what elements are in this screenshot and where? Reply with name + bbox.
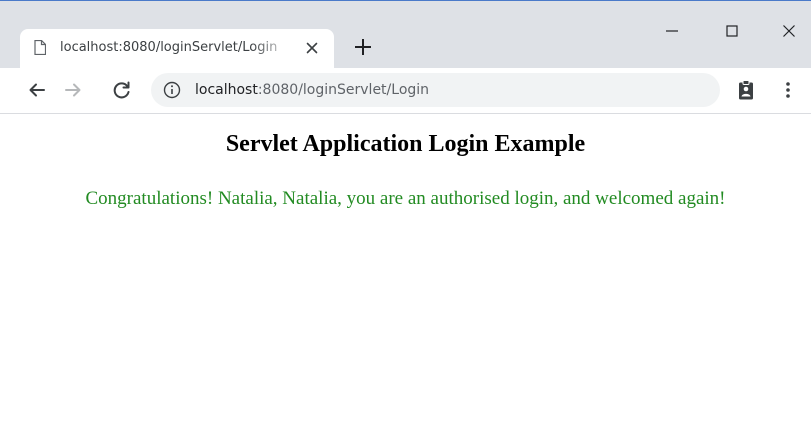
address-bar[interactable]: localhost:8080/loginServlet/Login: [151, 73, 720, 107]
browser-toolbar: localhost:8080/loginServlet/Login: [0, 68, 811, 114]
info-icon[interactable]: [163, 81, 181, 99]
page-content: Servlet Application Login Example Congra…: [0, 114, 811, 444]
close-window-icon[interactable]: [777, 19, 801, 43]
minimize-icon[interactable]: [660, 19, 684, 43]
welcome-message: Congratulations! Natalia, Natalia, you a…: [85, 188, 726, 209]
url-text[interactable]: localhost:8080/loginServlet/Login: [195, 80, 429, 100]
tab-title: localhost:8080/loginServlet/Login: [60, 40, 278, 55]
tab-active[interactable]: localhost:8080/loginServlet/Login: [20, 29, 334, 68]
tab-strip: localhost:8080/loginServlet/Login: [0, 1, 811, 68]
url-host: localhost: [195, 82, 258, 98]
url-path: :8080/loginServlet/Login: [257, 82, 430, 98]
maximize-icon[interactable]: [720, 19, 744, 43]
page-icon: [34, 40, 46, 55]
clipboard-icon[interactable]: [734, 78, 758, 102]
new-tab-plus-icon[interactable]: [350, 34, 376, 60]
back-arrow-icon[interactable]: [25, 78, 49, 102]
tab-close-icon[interactable]: [304, 40, 320, 56]
forward-arrow-icon[interactable]: [61, 78, 85, 102]
reload-icon[interactable]: [110, 78, 134, 102]
browser-window: localhost:8080/loginServlet/Login localh…: [0, 0, 811, 444]
page-title: Servlet Application Login Example: [225, 131, 586, 157]
kebab-menu-icon[interactable]: [781, 78, 795, 102]
